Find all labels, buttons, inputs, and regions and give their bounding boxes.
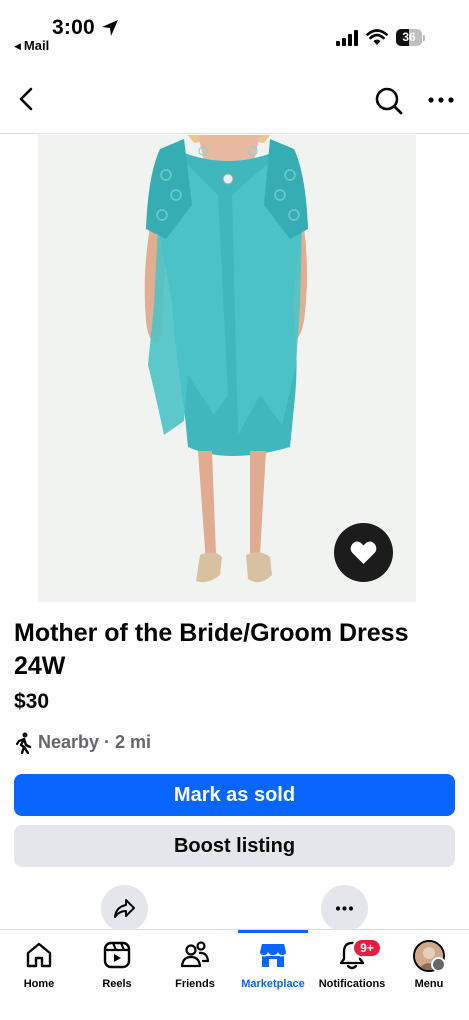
- tab-reels-label: Reels: [102, 978, 132, 990]
- mark-as-sold-button[interactable]: Mark as sold: [14, 774, 455, 816]
- share-icon: [114, 899, 135, 918]
- wifi-icon: [366, 29, 388, 45]
- menu-hamburger-icon: [431, 957, 446, 972]
- tab-home[interactable]: Home: [8, 930, 70, 1000]
- bottom-tab-bar: Home Reels Friends Marketplace Notificat…: [0, 929, 469, 1020]
- home-icon: [26, 942, 52, 968]
- more-dots-icon: [335, 906, 354, 911]
- more-options-icon[interactable]: [426, 90, 456, 110]
- walking-icon: [15, 732, 32, 754]
- friends-icon: [180, 941, 210, 968]
- status-bar: 3:00 ◀ Mail 36: [0, 0, 469, 62]
- boost-listing-button[interactable]: Boost listing: [14, 825, 455, 867]
- back-app-label: Mail: [23, 38, 50, 53]
- battery-level: 36: [402, 30, 416, 44]
- tab-friends-label: Friends: [175, 978, 215, 990]
- search-icon[interactable]: [374, 86, 404, 116]
- tab-notifications-label: Notifications: [318, 978, 386, 990]
- cellular-signal-icon: [336, 30, 358, 46]
- more-actions-button[interactable]: [321, 885, 368, 932]
- back-to-app-link[interactable]: ◀ Mail: [14, 38, 49, 53]
- back-arrow-icon[interactable]: [14, 86, 40, 112]
- heart-icon: [350, 541, 377, 564]
- share-button[interactable]: [101, 885, 148, 932]
- reels-icon: [103, 941, 131, 969]
- tab-marketplace[interactable]: Marketplace: [236, 930, 310, 1000]
- location-arrow-icon: [102, 20, 118, 36]
- listing-price: $30: [14, 690, 50, 713]
- top-navigation: [0, 62, 469, 134]
- location-label: Nearby · 2 mi: [38, 732, 152, 752]
- save-favorite-button[interactable]: [334, 523, 393, 582]
- status-time: 3:00: [52, 16, 95, 39]
- battery-icon: 36: [396, 29, 426, 46]
- tab-friends[interactable]: Friends: [164, 930, 226, 1000]
- tab-home-label: Home: [23, 978, 55, 990]
- marketplace-icon: [260, 944, 286, 967]
- tab-menu-label: Menu: [414, 978, 444, 990]
- listing-title: Mother of the Bride/Groom Dress 24W: [14, 619, 409, 680]
- notification-badge: 9+: [352, 938, 382, 958]
- tab-reels[interactable]: Reels: [86, 930, 148, 1000]
- back-triangle-icon: ◀: [14, 41, 21, 51]
- tab-marketplace-label: Marketplace: [241, 978, 305, 990]
